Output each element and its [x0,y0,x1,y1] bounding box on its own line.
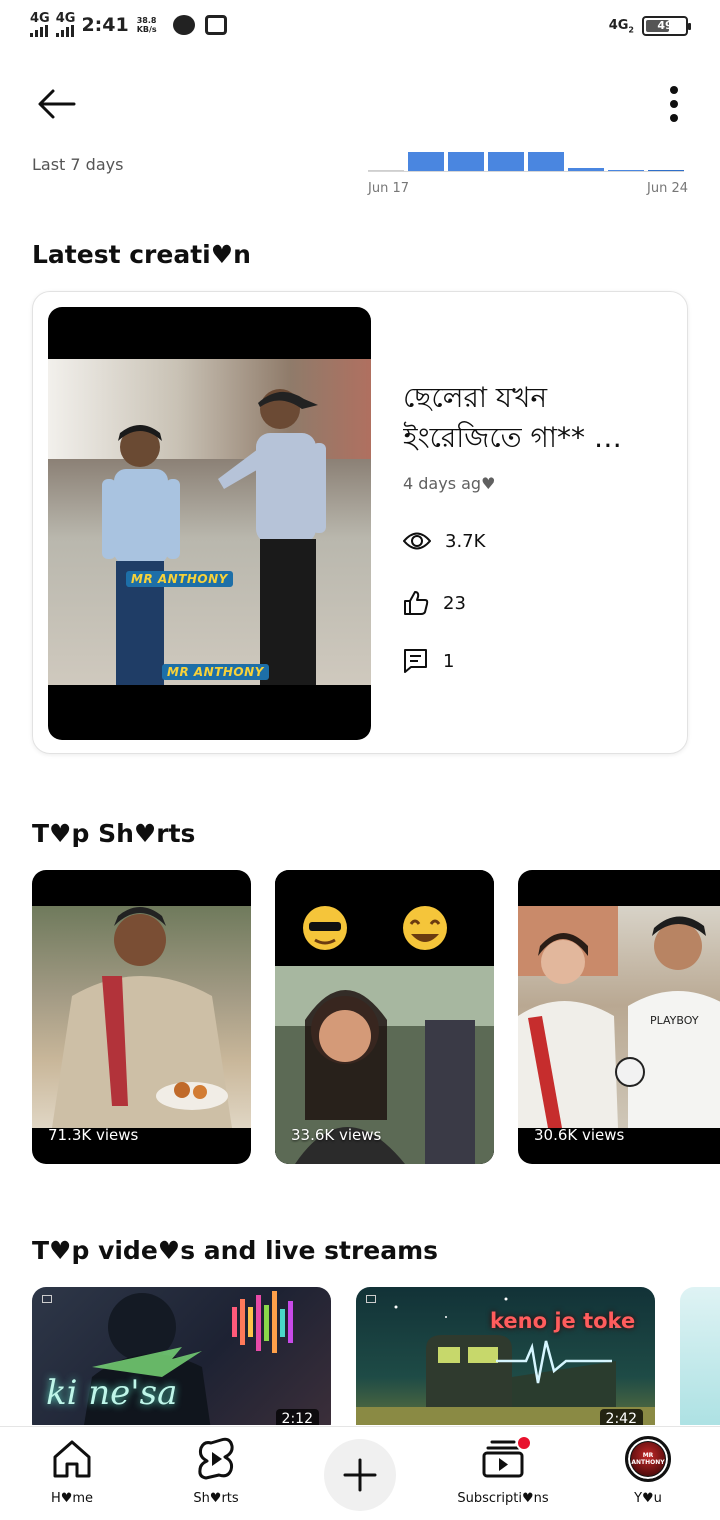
eye-icon [403,532,431,550]
video-duration: 2:42 [599,1409,643,1425]
likes-count: 23 [443,592,466,614]
video-overlay-text: keno je toke [490,1309,636,1333]
top-shorts-list: 71.3K views 33.6K views PLAYBOY 30.6K vi… [32,870,720,1164]
comments-stat: 1 [403,648,454,674]
section-title-latest: Latest creati♥n [32,240,251,269]
video-thumbnail [356,1297,655,1425]
comments-count: 1 [443,650,455,672]
back-button[interactable] [34,84,78,124]
short-views: 33.6K views [291,1126,382,1144]
views-mini-chart [368,148,688,172]
battery-level: 49 [657,19,673,32]
chart-date-end: Jun 24 [647,181,688,196]
chart-date-start: Jun 17 [368,181,409,196]
home-icon [53,1440,91,1478]
section-title-videos: T♥p vide♥s and live streams [32,1236,439,1265]
latest-video-title[interactable]: ছেলেরা যখন ইংরেজিতে গা** … [403,378,663,458]
latest-video-age: 4 days ag♥ [403,474,496,493]
chart-bar [448,152,484,172]
notification-dot [516,1435,532,1451]
signal-bars-icon [55,25,74,37]
thumbnail-watermark: MR ANTHONY [126,571,233,587]
nav-subscriptions[interactable]: Subscripti♥ns [443,1427,563,1520]
comment-icon [404,649,427,673]
network-speed: 38.8 KB/s [136,15,157,34]
svg-text:PLAYBOY: PLAYBOY [650,1014,699,1027]
period-label: Last 7 days [32,155,124,174]
person-figure [218,389,326,685]
nav-you[interactable]: MR ANTHONY Y♥u [588,1427,708,1520]
network-indicator: 4G2 [608,17,634,35]
likes-stat: 23 [403,590,466,616]
video-card[interactable] [680,1287,720,1425]
latest-creation-card[interactable]: MR ANTHONY MR ANTHONY ছেলেরা যখন ইংরেজিত… [32,291,688,754]
create-button[interactable] [324,1439,396,1511]
video-duration: 2:12 [275,1409,319,1425]
views-count: 3.7K [445,530,486,552]
chart-bar [408,152,444,172]
bottom-navigation: H♥me Sh♥rts Subscripti♥ns MR ANTHONY Y♥u [0,1426,720,1520]
arrow-left-icon [38,89,76,119]
short-thumbnail: PLAYBOY [518,906,720,1128]
short-thumbnail [52,907,232,1128]
status-bar: 4G 4G 2:41 38.8 KB/s 4G2 49 [0,0,720,56]
short-card[interactable]: PLAYBOY 30.6K views [518,870,720,1164]
avatar-logo: MR ANTHONY [631,1442,665,1476]
short-views: 30.6K views [534,1126,625,1144]
more-options-button[interactable] [658,84,690,124]
latest-video-thumbnail[interactable]: MR ANTHONY MR ANTHONY [48,307,371,740]
short-card[interactable]: 33.6K views [275,870,494,1164]
plus-icon [343,1458,377,1492]
nav-shorts[interactable]: Sh♥rts [156,1427,276,1520]
short-views: 71.3K views [48,1126,139,1144]
chart-baseline [368,171,684,172]
shorts-icon [198,1437,234,1480]
nav-home[interactable]: H♥me [12,1427,132,1520]
clock: 2:41 [81,13,129,36]
chart-bar [488,152,524,172]
avatar: MR ANTHONY [625,1436,671,1482]
person-figure [102,425,180,685]
signal-2: 4G [55,12,75,37]
thumb-up-icon [404,591,429,615]
short-card[interactable]: 71.3K views [32,870,251,1164]
chat-bubble-icon [172,14,195,35]
battery-icon: 49 [642,16,691,36]
views-stat: 3.7K [403,530,485,552]
signal-bars-icon [30,25,48,37]
section-title-shorts: T♥p Sh♥rts [32,819,196,848]
video-card[interactable]: ki ne'sa 2:12 [32,1287,331,1425]
more-vert-icon [670,86,678,94]
video-overlay-text: ki ne'sa [46,1373,178,1413]
thumbnail-watermark: MR ANTHONY [162,664,269,680]
short-thumbnail [275,906,494,1164]
video-card[interactable]: keno je toke 2:42 [356,1287,655,1425]
signal-1: 4G [30,12,50,37]
top-videos-list: ki ne'sa 2:12 keno je toke 2:42 [32,1287,720,1425]
message-icon [204,14,227,35]
chart-bar [528,152,564,172]
